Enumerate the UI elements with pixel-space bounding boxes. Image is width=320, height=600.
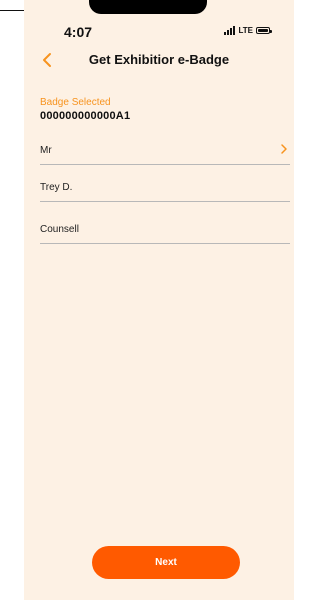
device-notch: [89, 0, 207, 14]
status-indicators: LTE: [224, 26, 272, 35]
network-type: LTE: [238, 26, 253, 35]
badge-selected-label: Badge Selected: [40, 97, 111, 108]
last-name-value: Counsell: [40, 224, 79, 235]
battery-icon: [256, 27, 272, 34]
badge-id-value: 000000000000A1: [40, 110, 131, 122]
chevron-right-icon: [281, 144, 287, 154]
page-title: Get Exhibitior e-Badge: [88, 52, 230, 67]
title-value: Mr: [40, 145, 52, 156]
last-name-field[interactable]: Counsell: [40, 219, 290, 244]
app-screen: 4:07 LTE Get Exhibitior e-Badge Badge Se…: [24, 0, 294, 600]
next-button[interactable]: Next: [92, 546, 240, 579]
nav-bar: Get Exhibitior e-Badge: [24, 44, 294, 76]
signal-icon: [224, 26, 236, 35]
status-time: 4:07: [64, 24, 93, 40]
divider-line: [0, 10, 24, 11]
next-button-label: Next: [155, 557, 177, 568]
first-name-field[interactable]: Trey D.: [40, 177, 290, 202]
title-select-field[interactable]: Mr: [40, 140, 290, 165]
first-name-value: Trey D.: [40, 182, 73, 193]
